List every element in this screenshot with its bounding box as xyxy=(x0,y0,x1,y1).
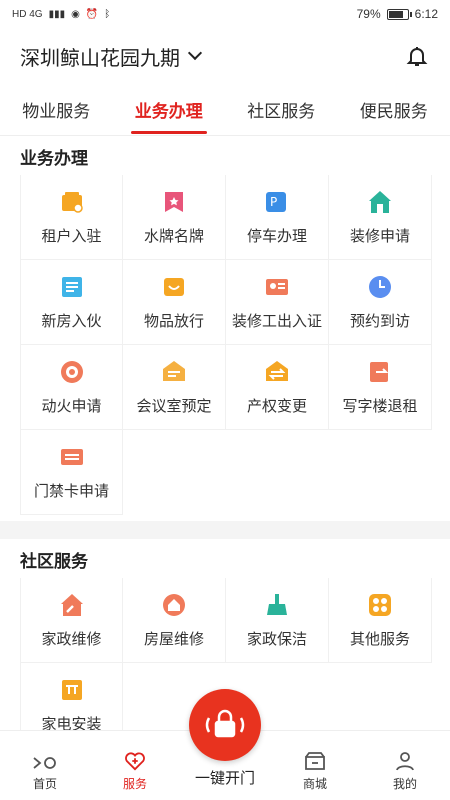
service-tile-label: 装修工出入证 xyxy=(231,312,322,330)
clock: 6:12 xyxy=(414,7,438,21)
community-name: 深圳鲸山花园九期 xyxy=(20,47,180,70)
service-tile[interactable]: 门禁卡申请 xyxy=(20,430,123,515)
nav-home[interactable]: 首页 xyxy=(10,755,80,792)
service-tile[interactable]: 新房入伙 xyxy=(20,260,123,345)
appointment-icon xyxy=(367,274,393,300)
fire-permit-icon xyxy=(59,359,85,385)
service-tile[interactable]: 动火申请 xyxy=(20,345,123,430)
alarm-icon: ⏰ xyxy=(85,8,99,20)
new-home-icon xyxy=(59,274,85,300)
service-tile-label: 动火申请 xyxy=(41,397,102,415)
nav-mall-label: 商城 xyxy=(302,777,327,791)
service-tile-label: 门禁卡申请 xyxy=(33,482,109,500)
svg-text:P: P xyxy=(270,195,277,209)
service-tile-label: 家政维修 xyxy=(41,630,102,648)
service-tile-label: 房屋维修 xyxy=(143,630,204,648)
nav-home-label: 首页 xyxy=(32,777,57,791)
service-tile-label: 装修申请 xyxy=(349,227,410,245)
service-tile-label: 租户入驻 xyxy=(41,227,102,245)
service-tile[interactable]: 房屋维修 xyxy=(123,578,226,663)
section-title-business: 业务办理 xyxy=(20,149,88,168)
nameplate-icon xyxy=(161,189,187,215)
battery-icon xyxy=(386,8,412,20)
tab-community-service[interactable]: 社区服务 xyxy=(247,85,315,134)
nav-service-label: 服务 xyxy=(122,777,147,791)
eye-icon: ◉ xyxy=(71,8,80,20)
network-indicator: HD 4G xyxy=(12,8,43,20)
community-selector[interactable]: 深圳鲸山花园九期 xyxy=(20,42,203,71)
service-tile-label: 写字楼退租 xyxy=(342,397,418,415)
tab-convenience-service[interactable]: 便民服务 xyxy=(360,85,428,134)
other-services-icon xyxy=(367,592,393,618)
access-card-icon xyxy=(59,444,85,470)
section-divider xyxy=(0,521,450,539)
service-tile[interactable]: P 停车办理 xyxy=(226,175,329,260)
office-checkout-icon xyxy=(367,359,393,385)
service-tile[interactable]: 其他服务 xyxy=(329,578,432,663)
service-tile-label: 其他服务 xyxy=(349,630,410,648)
heart-icon xyxy=(125,752,145,771)
cleaning-icon xyxy=(264,592,290,618)
status-bar: HD 4G ▮▮▮ ◉ ⏰ ᛒ 79% 6:12 xyxy=(0,0,450,28)
header: 深圳鲸山花园九期 xyxy=(0,28,450,84)
goods-release-icon xyxy=(161,274,187,300)
service-tile-label: 物品放行 xyxy=(143,312,204,330)
service-tile[interactable]: 会议室预定 xyxy=(123,345,226,430)
unlock-area: 一键开门 xyxy=(189,689,261,788)
house-repair-icon xyxy=(161,592,187,618)
worker-pass-icon xyxy=(264,274,290,300)
property-change-icon xyxy=(264,359,290,385)
user-icon xyxy=(396,752,414,771)
bluetooth-icon: ᛒ xyxy=(104,8,111,20)
bell-icon[interactable] xyxy=(404,43,430,69)
tab-property-service[interactable]: 物业服务 xyxy=(22,85,90,134)
home-icon xyxy=(33,757,56,769)
signal-icon: ▮▮▮ xyxy=(48,8,66,20)
service-tile[interactable]: 产权变更 xyxy=(226,345,329,430)
service-tile[interactable]: 物品放行 xyxy=(123,260,226,345)
service-tile[interactable]: 水牌名牌 xyxy=(123,175,226,260)
battery-percent: 79% xyxy=(356,7,381,21)
status-right: 79% 6:12 xyxy=(357,7,438,21)
tab-business[interactable]: 业务办理 xyxy=(130,85,207,134)
service-tile[interactable]: 家政保洁 xyxy=(226,578,329,663)
service-tile-label: 水牌名牌 xyxy=(143,227,204,245)
chevron-down-icon xyxy=(187,45,203,61)
one-key-unlock-button[interactable] xyxy=(189,689,261,761)
unlock-label: 一键开门 xyxy=(194,770,255,787)
unlock-icon xyxy=(205,709,245,738)
service-tile-label: 家政保洁 xyxy=(246,630,307,648)
service-tile-label: 新房入伙 xyxy=(41,312,102,330)
meeting-room-icon xyxy=(161,359,187,385)
service-tile-label: 产权变更 xyxy=(246,397,307,415)
service-tile[interactable]: 家政维修 xyxy=(20,578,123,663)
section-title-community: 社区服务 xyxy=(20,552,88,571)
home-repair-icon xyxy=(59,592,85,618)
service-tile[interactable]: 装修申请 xyxy=(329,175,432,260)
nav-mine-label: 我的 xyxy=(392,777,417,791)
service-tile-label: 会议室预定 xyxy=(136,397,212,415)
service-tile-label: 停车办理 xyxy=(246,227,307,245)
nav-service[interactable]: 服务 xyxy=(100,751,170,792)
service-tile[interactable]: 装修工出入证 xyxy=(226,260,329,345)
parking-icon: P xyxy=(264,189,290,215)
business-grid: 租户入驻 水牌名牌 P 停车办理 装修申请新房入伙 物品放行 装修工出入证 预约到访动火申请 会… xyxy=(20,175,450,515)
nav-mall[interactable]: 商城 xyxy=(280,751,350,792)
renovation-icon xyxy=(367,189,393,215)
service-tile[interactable]: 写字楼退租 xyxy=(329,345,432,430)
service-tile[interactable]: 租户入驻 xyxy=(20,175,123,260)
bottom-nav: 首页 服务 商城 我的 一键开门 xyxy=(0,689,450,800)
service-tile[interactable]: 预约到访 xyxy=(329,260,432,345)
shop-icon xyxy=(305,752,325,770)
appliance-install-icon xyxy=(59,677,85,703)
tab-bar: 物业服务 业务办理 社区服务 便民服务 xyxy=(0,84,450,136)
service-tile-label: 预约到访 xyxy=(349,312,410,330)
nav-mine[interactable]: 我的 xyxy=(370,751,440,792)
status-left: HD 4G ▮▮▮ ◉ ⏰ ᛒ xyxy=(12,9,110,20)
tenant-icon xyxy=(59,189,85,215)
